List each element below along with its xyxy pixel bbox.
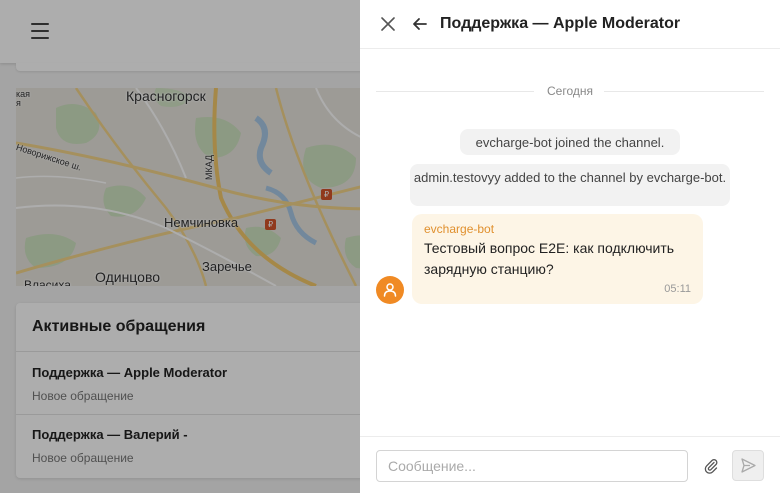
close-icon[interactable] [377, 13, 399, 35]
date-separator: Сегодня [376, 83, 764, 99]
chat-header: Поддержка — Apple Moderator [360, 0, 780, 49]
message-text: Тестовый вопрос E2E: как подключить заря… [424, 240, 675, 277]
message-input[interactable] [376, 450, 688, 482]
send-icon [741, 458, 756, 473]
avatar [376, 276, 404, 304]
send-button[interactable] [732, 450, 764, 481]
system-message: evcharge-bot joined the channel. [460, 129, 680, 155]
paperclip-icon[interactable] [702, 457, 720, 475]
date-label: Сегодня [547, 84, 593, 98]
back-arrow-icon[interactable] [409, 13, 431, 35]
message-composer [360, 436, 780, 493]
message-time: 05:11 [664, 283, 691, 295]
message-sender: evcharge-bot [424, 222, 495, 236]
chat-drawer: Поддержка — Apple Moderator Сегодня evch… [360, 0, 780, 493]
user-icon [383, 283, 397, 297]
message-bubble: evcharge-bot Тестовый вопрос E2E: как по… [412, 214, 703, 304]
system-message: admin.testovyy added to the channel by e… [410, 164, 730, 206]
chat-title: Поддержка — Apple Moderator [440, 15, 681, 32]
